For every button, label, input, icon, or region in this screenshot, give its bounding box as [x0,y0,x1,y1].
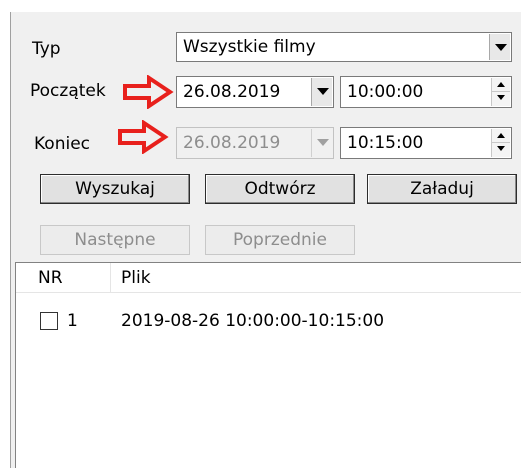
chevron-down-icon [311,129,332,157]
list-header: NR Plik [16,263,521,293]
search-button[interactable]: Wyszukaj [40,174,190,204]
type-dropdown[interactable]: Wszystkie filmy [176,32,512,62]
column-header-file[interactable]: Plik [121,267,151,289]
type-dropdown-value: Wszystkie filmy [183,37,316,57]
start-date-value: 26.08.2019 [183,82,281,102]
next-button: Następne [40,225,190,255]
spin-up-icon[interactable] [492,129,510,143]
end-time-field[interactable]: 10:15:00 [340,127,512,159]
start-time-field[interactable]: 10:00:00 [340,76,512,108]
column-header-nr[interactable]: NR [38,267,63,289]
table-row[interactable]: 1 2019-08-26 10:00:00-10:15:00 [16,309,521,335]
annotation-arrow-icon [118,120,169,154]
spin-down-icon[interactable] [492,92,510,106]
end-date-value: 26.08.2019 [183,133,281,153]
chevron-down-icon[interactable] [489,34,510,60]
top-strip [10,0,521,12]
start-label: Początek [30,81,106,101]
column-divider[interactable] [110,263,111,292]
end-date-picker: 26.08.2019 [176,127,334,159]
row-number: 1 [67,311,78,331]
left-rail [0,0,10,468]
start-time-value: 10:00:00 [347,82,424,102]
load-button[interactable]: Załaduj [367,174,517,204]
type-label: Typ [32,39,61,59]
panel-border [10,12,11,468]
end-time-spinner[interactable] [491,129,510,157]
end-label: Koniec [34,134,91,154]
file-list[interactable]: NR Plik 1 2019-08-26 10:00:00-10:15:00 [15,262,521,468]
spin-up-icon[interactable] [492,78,510,92]
previous-button: Poprzednie [205,225,355,255]
chevron-down-icon[interactable] [311,78,332,106]
row-file-name: 2019-08-26 10:00:00-10:15:00 [121,311,385,331]
spin-down-icon[interactable] [492,143,510,157]
annotation-arrow-icon [123,75,174,109]
play-button[interactable]: Odtwórz [205,174,355,204]
end-time-value: 10:15:00 [347,133,424,153]
row-checkbox[interactable] [40,312,58,330]
start-time-spinner[interactable] [491,78,510,106]
start-date-picker[interactable]: 26.08.2019 [176,76,334,108]
